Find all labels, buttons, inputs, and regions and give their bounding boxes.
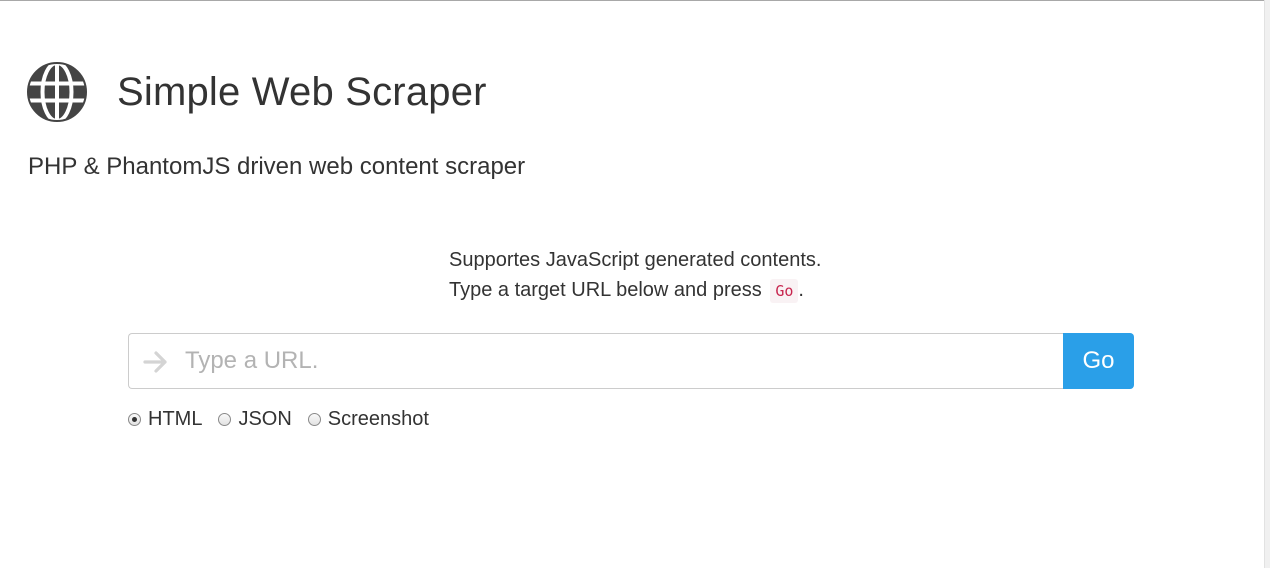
go-code-label: Go (770, 279, 799, 303)
intro-line-2-text: Type a target URL below and press (449, 279, 762, 301)
page-title: Simple Web Scraper (117, 69, 487, 114)
format-option-html[interactable]: HTML (128, 408, 202, 431)
format-option-json[interactable]: JSON (218, 408, 292, 431)
go-button[interactable]: Go (1063, 333, 1134, 389)
radio-json[interactable] (218, 413, 232, 426)
arrow-right-icon (143, 351, 167, 373)
intro-line-1: Supportes JavaScript generated contents. (449, 249, 822, 271)
page-header: Simple Web Scraper (27, 62, 487, 122)
format-label-screenshot: Screenshot (327, 408, 429, 430)
scrollbar-edge[interactable] (1264, 0, 1270, 568)
format-label-json: JSON (238, 408, 292, 430)
url-input-wrapper[interactable] (128, 333, 1063, 389)
page-subtitle: PHP & PhantomJS driven web content scrap… (28, 153, 526, 180)
output-format-options: HTML JSON Screenshot (128, 408, 445, 431)
intro-text: Supportes JavaScript generated contents.… (449, 245, 821, 306)
intro-line-2-end: . (798, 279, 804, 301)
globe-icon (27, 62, 87, 122)
radio-screenshot[interactable] (307, 413, 321, 426)
format-option-screenshot[interactable]: Screenshot (307, 408, 429, 431)
format-label-html: HTML (148, 408, 203, 430)
url-input[interactable] (185, 334, 1049, 388)
radio-html[interactable] (128, 413, 141, 426)
top-divider (0, 0, 1270, 1)
intro-line-2: Type a target URL below and press Go. (449, 275, 821, 306)
url-search-group: Go (128, 333, 1134, 389)
